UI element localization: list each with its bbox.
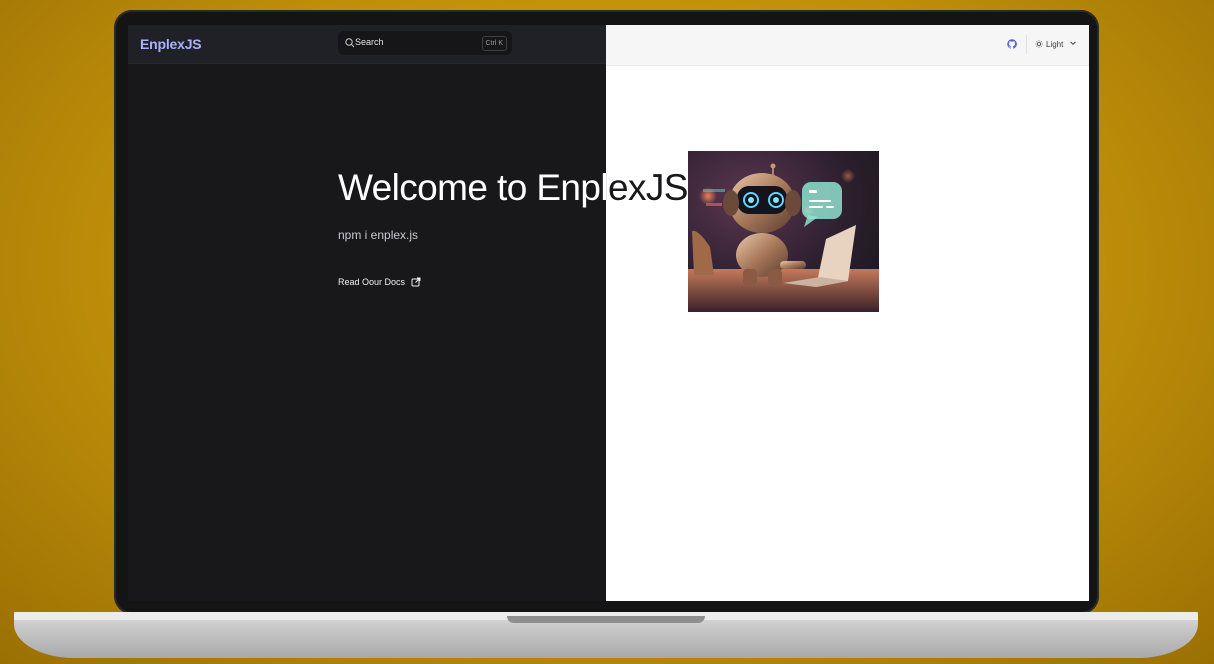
theme-toggle-label: Light <box>1046 39 1064 49</box>
theme-toggle-button[interactable]: Light <box>1035 37 1063 51</box>
nav-divider <box>1026 35 1027 54</box>
brand-logo[interactable]: EnplexJS <box>140 36 202 52</box>
search-button[interactable]: Search Ctrl K <box>338 31 512 55</box>
github-icon[interactable] <box>1006 38 1018 50</box>
robot-illustration <box>688 163 879 312</box>
dark-theme-view: EnplexJS Search Ctrl K Welcome to Enplex… <box>128 25 606 601</box>
hero-tagline: npm i enplex.js <box>338 228 419 242</box>
search-shortcut: Ctrl K <box>481 36 507 51</box>
sun-icon <box>1035 40 1043 48</box>
read-docs-label: Read Oour Docs <box>338 277 406 287</box>
external-link-icon <box>411 277 421 287</box>
laptop-notch <box>507 616 705 623</box>
navbar-light: Light <box>606 25 1089 66</box>
light-theme-view: Light Welcome to EnplexJS <box>606 25 1089 601</box>
hero-title-light: Welcome to EnplexJS <box>606 167 688 208</box>
read-docs-link[interactable]: Read Oour Docs <box>338 277 421 287</box>
laptop-screen: EnplexJS Search Ctrl K Welcome to Enplex… <box>128 25 1089 601</box>
hero-robot-image <box>688 151 879 312</box>
hero-title: Welcome to EnplexJS <box>338 167 606 208</box>
search-placeholder: Search <box>355 37 384 47</box>
navbar: EnplexJS Search Ctrl K <box>128 25 606 64</box>
chevron-down-icon[interactable] <box>1069 39 1077 47</box>
